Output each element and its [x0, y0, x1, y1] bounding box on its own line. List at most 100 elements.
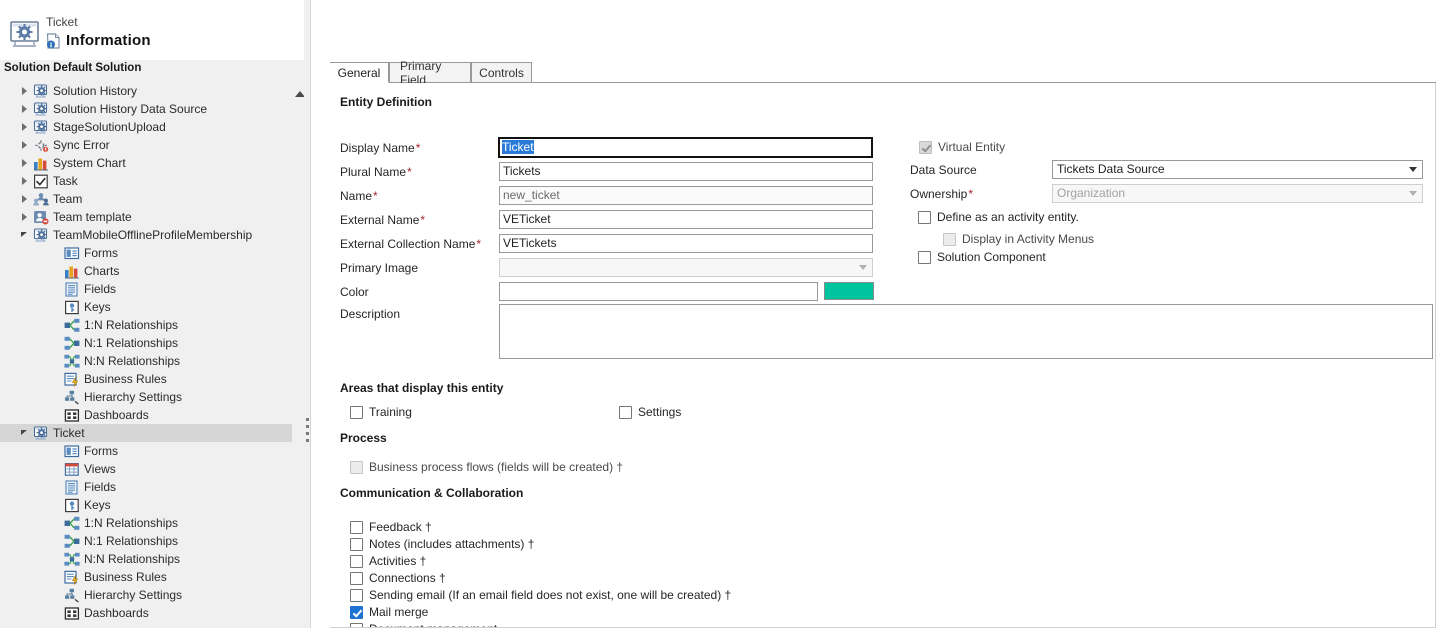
- expander-expand-icon[interactable]: [20, 122, 31, 133]
- area-training-row[interactable]: Training: [350, 405, 412, 419]
- expander-placeholder: [51, 554, 62, 565]
- expander-placeholder: [51, 590, 62, 601]
- tree-item-team-template[interactable]: Team template: [0, 208, 292, 226]
- tree-item-teammobileofflineprofilemembership[interactable]: TeamMobileOfflineProfileMembership: [0, 226, 292, 244]
- tree-item-fields[interactable]: Fields: [0, 280, 292, 298]
- business-process-flows-label: Business process flows (fields will be c…: [369, 460, 623, 474]
- tree-item-charts[interactable]: Charts: [0, 262, 292, 280]
- plural-name-input[interactable]: Tickets: [499, 162, 873, 181]
- business-process-flows-row[interactable]: Business process flows (fields will be c…: [350, 460, 623, 474]
- expander-expand-icon[interactable]: [20, 158, 31, 169]
- tree-item-n-n-relationships[interactable]: N:N Relationships: [0, 352, 292, 370]
- sending-email-checkbox: [350, 589, 363, 602]
- chevron-down-icon: [1409, 191, 1417, 196]
- tree-item-dashboards[interactable]: Dashboards: [0, 604, 292, 622]
- tree-item-1-n-relationships[interactable]: 1:N Relationships: [0, 514, 292, 532]
- connections-row[interactable]: Connections †: [350, 571, 446, 585]
- ownership-select[interactable]: Organization: [1052, 184, 1423, 203]
- expander-expand-icon[interactable]: [20, 86, 31, 97]
- tree-item-n-1-relationships[interactable]: N:1 Relationships: [0, 532, 292, 550]
- tree-item-team[interactable]: Team: [0, 190, 292, 208]
- expander-expand-icon[interactable]: [20, 194, 31, 205]
- expander-placeholder: [51, 410, 62, 421]
- tree-item-ticket[interactable]: Ticket: [0, 424, 292, 442]
- splitter-grip-handle[interactable]: [306, 418, 309, 448]
- external-collection-name-input[interactable]: VETickets: [499, 234, 873, 253]
- tree-item-system-chart[interactable]: System Chart: [0, 154, 292, 172]
- area-settings-row[interactable]: Settings: [619, 405, 681, 419]
- tree-item-keys[interactable]: Keys: [0, 298, 292, 316]
- business-rules-icon: [64, 372, 80, 387]
- mail-merge-row[interactable]: Mail merge: [350, 605, 428, 619]
- name-input[interactable]: new_ticket: [499, 186, 873, 205]
- expander-expand-icon[interactable]: [20, 212, 31, 223]
- description-textarea[interactable]: [499, 304, 1433, 359]
- tree-item-label: Fields: [84, 282, 116, 296]
- chevron-down-icon: [1409, 167, 1417, 172]
- solution-explorer-tree[interactable]: Solution History Solution History Data S…: [0, 82, 310, 628]
- section-areas-heading: Areas that display this entity: [340, 381, 503, 395]
- sending-email-row[interactable]: Sending email (If an email field does no…: [350, 588, 731, 602]
- forms-icon: [64, 246, 80, 261]
- tree-item-solution-history-data-source[interactable]: Solution History Data Source: [0, 100, 292, 118]
- tree-item-label: Team: [53, 192, 82, 206]
- tree-item-views[interactable]: Views: [0, 460, 292, 478]
- many-to-one-icon: [64, 336, 80, 351]
- expander-collapse-icon[interactable]: [20, 428, 31, 439]
- external-name-input[interactable]: VETicket: [499, 210, 873, 229]
- header-text-block: Ticket Information: [46, 14, 151, 49]
- display-name-input[interactable]: Ticket: [498, 137, 873, 158]
- color-input[interactable]: [499, 282, 818, 301]
- entity-gear-icon: [33, 84, 49, 99]
- primary-image-select[interactable]: [499, 258, 873, 277]
- tree-item-hierarchy-settings[interactable]: Hierarchy Settings: [0, 586, 292, 604]
- label-plural-name-text: Plural Name: [340, 165, 406, 179]
- required-marker: *: [420, 213, 425, 227]
- tree-item-n-n-relationships[interactable]: N:N Relationships: [0, 550, 292, 568]
- feedback-row[interactable]: Feedback †: [350, 520, 432, 534]
- many-to-many-icon: [64, 552, 80, 567]
- tree-item-keys[interactable]: Keys: [0, 496, 292, 514]
- tree-item-business-rules[interactable]: Business Rules: [0, 568, 292, 586]
- tree-item-n-1-relationships[interactable]: N:1 Relationships: [0, 334, 292, 352]
- document-management-label: Document management: [369, 622, 497, 628]
- expander-placeholder: [51, 464, 62, 475]
- expander-collapse-icon[interactable]: [20, 230, 31, 241]
- define-as-activity-entity-row[interactable]: Define as an activity entity.: [918, 210, 1079, 224]
- tree-item-solution-history[interactable]: Solution History: [0, 82, 292, 100]
- tree-item-sync-error[interactable]: Sync Error: [0, 136, 292, 154]
- label-ownership-text: Ownership: [910, 187, 967, 201]
- expander-expand-icon[interactable]: [20, 176, 31, 187]
- label-external-name: External Name*: [340, 213, 425, 228]
- tree-item-dashboards[interactable]: Dashboards: [0, 406, 292, 424]
- left-navigation-pane: Ticket Information Solution Default Solu…: [0, 0, 310, 628]
- fields-icon: [64, 282, 80, 297]
- chart-icon: [33, 156, 49, 171]
- expander-placeholder: [51, 392, 62, 403]
- tree-item-forms[interactable]: Forms: [0, 442, 292, 460]
- tab-controls[interactable]: Controls: [471, 62, 532, 83]
- expander-expand-icon[interactable]: [20, 104, 31, 115]
- tree-item-forms[interactable]: Forms: [0, 244, 292, 262]
- virtual-entity-checkbox-row[interactable]: Virtual Entity: [919, 140, 1005, 154]
- tree-item-fields[interactable]: Fields: [0, 478, 292, 496]
- tree-item-stagesolutionupload[interactable]: StageSolutionUpload: [0, 118, 292, 136]
- tree-item-hierarchy-settings[interactable]: Hierarchy Settings: [0, 388, 292, 406]
- tree-item-business-rules[interactable]: Business Rules: [0, 370, 292, 388]
- data-source-select[interactable]: Tickets Data Source: [1052, 160, 1423, 179]
- display-in-activity-menus-row[interactable]: Display in Activity Menus: [943, 232, 1094, 246]
- tree-item-task[interactable]: Task: [0, 172, 292, 190]
- notes-row[interactable]: Notes (includes attachments) †: [350, 537, 534, 551]
- tab-general[interactable]: General: [330, 62, 389, 83]
- tree-item-1-n-relationships[interactable]: 1:N Relationships: [0, 316, 292, 334]
- color-swatch-button[interactable]: [824, 282, 874, 300]
- label-name-text: Name: [340, 189, 372, 203]
- document-management-row[interactable]: Document management: [350, 622, 497, 628]
- activities-row[interactable]: Activities †: [350, 554, 426, 568]
- hierarchy-settings-icon: [64, 588, 80, 603]
- expander-expand-icon[interactable]: [20, 140, 31, 151]
- solution-component-row[interactable]: Solution Component: [918, 250, 1046, 264]
- tab-primary-field[interactable]: Primary Field: [389, 62, 471, 83]
- virtual-entity-label: Virtual Entity: [938, 140, 1005, 154]
- dashboards-icon: [64, 408, 80, 423]
